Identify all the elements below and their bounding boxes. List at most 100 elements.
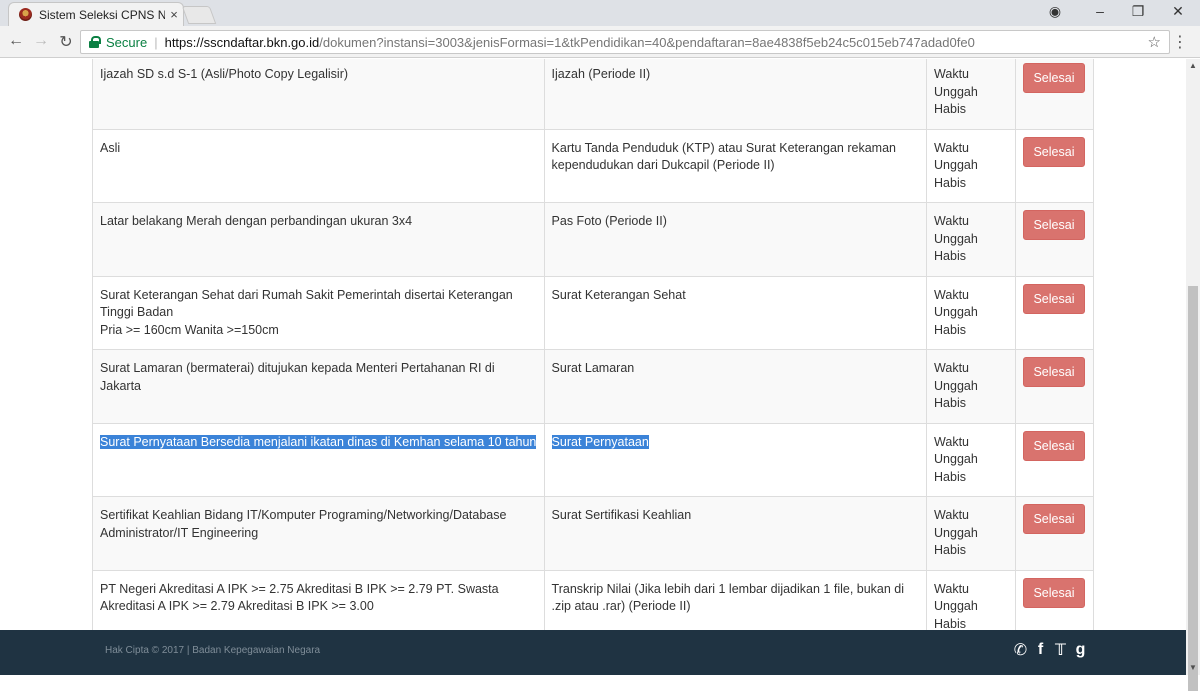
whatsapp-icon[interactable]: ✆ (1013, 640, 1028, 660)
action-cell: Selesai (1014, 128, 1095, 203)
document-cell: Kartu Tanda Penduduk (KTP) atau Surat Ke… (543, 128, 928, 203)
document-cell: Surat Keterangan Sehat (543, 275, 928, 350)
document-name: Surat Lamaran (551, 361, 635, 375)
document-name: Kartu Tanda Penduduk (KTP) atau Surat Ke… (551, 140, 896, 173)
action-cell: Selesai (1014, 275, 1095, 350)
url-path: /dokumen?instansi=3003&jenisFormasi=1&tk… (319, 34, 975, 50)
requirement-text: Surat Keterangan Sehat dari Rumah Sakit … (100, 287, 513, 320)
selesai-button[interactable]: Selesai (1022, 283, 1085, 314)
document-table-body: Ijazah SD s.d S-1 (Asli/Photo Copy Legal… (92, 59, 1095, 644)
requirement-text: Sertifikat Keahlian Bidang IT/Komputer P… (100, 508, 507, 540)
requirement-text-line2: Pria >= 160cm Wanita >=150cm (100, 322, 279, 337)
close-window-icon[interactable]: ✕ (1163, 3, 1193, 20)
status-text: Waktu Unggah Habis (934, 67, 978, 116)
requirement-text: Surat Pernyataan Bersedia menjalani ikat… (100, 434, 537, 449)
selesai-button[interactable]: Selesai (1022, 577, 1085, 608)
document-cell: Surat Pernyataan (543, 422, 928, 497)
browser-menu-icon[interactable]: ⋮ (1172, 32, 1188, 52)
document-cell: Ijazah (Periode II) (543, 59, 928, 130)
status-text: Waktu Unggah Habis (934, 287, 978, 337)
document-name: Surat Sertifikasi Keahlian (551, 508, 692, 522)
requirement-cell: Latar belakang Merah dengan perbandingan… (92, 202, 545, 277)
requirement-cell: Asli (92, 128, 545, 203)
action-cell: Selesai (1014, 59, 1095, 130)
minimize-icon[interactable]: – (1085, 3, 1115, 19)
document-name: Surat Pernyataan (551, 434, 649, 449)
requirement-text: Asli (100, 140, 121, 155)
document-name: Ijazah (Periode II) (551, 67, 651, 81)
action-cell: Selesai (1014, 202, 1095, 277)
selesai-button[interactable]: Selesai (1022, 430, 1085, 461)
tab-title: Sistem Seleksi CPNS Nas (39, 7, 165, 22)
twitter-icon[interactable]: 𝕋 (1053, 640, 1068, 660)
table-row: Surat Keterangan Sehat dari Rumah Sakit … (92, 275, 1095, 350)
bookmark-star-icon[interactable]: ☆ (1148, 33, 1161, 51)
status-text: Waktu Unggah Habis (934, 508, 978, 557)
action-cell: Selesai (1014, 422, 1095, 497)
footer-copyright: Hak Cipta © 2017 | Badan Kepegawaian Neg… (105, 645, 321, 656)
status-cell: Waktu Unggah Habis (926, 422, 1016, 497)
document-cell: Surat Sertifikasi Keahlian (543, 496, 928, 571)
browser-toolbar: ← → ↻ Secure | https://sscndaftar.bkn.go… (0, 26, 1200, 58)
document-table: Ijazah SD s.d S-1 (Asli/Photo Copy Legal… (92, 59, 1095, 644)
table-row: Ijazah SD s.d S-1 (Asli/Photo Copy Legal… (92, 59, 1095, 130)
table-row: Surat Lamaran (bermaterai) ditujukan kep… (92, 349, 1095, 424)
back-arrow-icon[interactable]: ← (5, 32, 27, 50)
action-cell: Selesai (1014, 496, 1095, 571)
table-row: Latar belakang Merah dengan perbandingan… (92, 202, 1095, 277)
selesai-button[interactable]: Selesai (1022, 504, 1085, 534)
document-name: Surat Keterangan Sehat (551, 287, 686, 302)
url-host: https://sscndaftar.bkn.go.id (164, 34, 320, 50)
status-text: Waktu Unggah Habis (934, 140, 978, 190)
profile-icon[interactable]: ◉ (1040, 3, 1070, 20)
forward-arrow-icon[interactable]: → (30, 32, 52, 50)
restore-icon[interactable]: ❐ (1123, 3, 1153, 20)
tab-close-icon[interactable]: × (165, 7, 183, 22)
requirement-cell: Surat Lamaran (bermaterai) ditujukan kep… (92, 349, 545, 424)
lock-icon (89, 35, 101, 49)
status-cell: Waktu Unggah Habis (926, 59, 1016, 130)
requirement-text: Ijazah SD s.d S-1 (Asli/Photo Copy Legal… (100, 67, 349, 81)
selesai-button[interactable]: Selesai (1022, 136, 1085, 167)
requirement-cell: Sertifikat Keahlian Bidang IT/Komputer P… (92, 496, 545, 571)
table-row: Surat Pernyataan Bersedia menjalani ikat… (92, 422, 1095, 497)
address-separator: | (154, 34, 158, 50)
browser-tab[interactable]: Sistem Seleksi CPNS Nas × (8, 2, 184, 26)
site-footer: Hak Cipta © 2017 | Badan Kepegawaian Neg… (0, 630, 1186, 675)
status-cell: Waktu Unggah Habis (926, 128, 1016, 203)
page-content: Ijazah SD s.d S-1 (Asli/Photo Copy Legal… (0, 59, 1186, 675)
status-cell: Waktu Unggah Habis (926, 349, 1016, 424)
reload-icon[interactable]: ↻ (55, 32, 77, 52)
scroll-up-arrow-icon[interactable]: ▲ (1186, 59, 1200, 73)
selesai-button[interactable]: Selesai (1022, 357, 1085, 387)
scrollbar-thumb[interactable] (1188, 286, 1198, 691)
requirement-cell: Surat Pernyataan Bersedia menjalani ikat… (92, 422, 545, 497)
page-scrollbar[interactable]: ▲ ▼ (1186, 59, 1200, 691)
status-text: Waktu Unggah Habis (934, 361, 978, 410)
status-cell: Waktu Unggah Habis (926, 275, 1016, 350)
status-text: Waktu Unggah Habis (934, 214, 978, 263)
secure-label: Secure (106, 34, 148, 50)
document-cell: Pas Foto (Periode II) (543, 202, 928, 277)
requirement-cell: Surat Keterangan Sehat dari Rumah Sakit … (92, 275, 545, 350)
requirement-text: PT Negeri Akreditasi A IPK >= 2.75 Akred… (100, 581, 499, 614)
action-cell: Selesai (1014, 349, 1095, 424)
google-plus-icon[interactable]: g (1073, 641, 1088, 659)
status-text: Waktu Unggah Habis (934, 434, 978, 484)
facebook-icon[interactable]: f (1033, 641, 1048, 659)
selesai-button[interactable]: Selesai (1022, 63, 1085, 93)
document-name: Pas Foto (Periode II) (551, 214, 667, 228)
table-row: Sertifikat Keahlian Bidang IT/Komputer P… (92, 496, 1095, 571)
site-favicon-icon (19, 8, 32, 21)
address-bar[interactable]: Secure | https://sscndaftar.bkn.go.id/do… (80, 30, 1170, 54)
new-tab-button[interactable] (181, 6, 217, 24)
selesai-button[interactable]: Selesai (1022, 210, 1085, 240)
social-links: ✆ f 𝕋 g (1013, 640, 1088, 660)
requirement-text: Latar belakang Merah dengan perbandingan… (100, 214, 413, 228)
status-text: Waktu Unggah Habis (934, 581, 978, 631)
status-cell: Waktu Unggah Habis (926, 496, 1016, 571)
browser-tab-bar: Sistem Seleksi CPNS Nas × ◉ – ❐ ✕ (0, 0, 1200, 26)
document-cell: Surat Lamaran (543, 349, 928, 424)
status-cell: Waktu Unggah Habis (926, 202, 1016, 277)
scroll-down-arrow-icon[interactable]: ▼ (1186, 661, 1200, 675)
